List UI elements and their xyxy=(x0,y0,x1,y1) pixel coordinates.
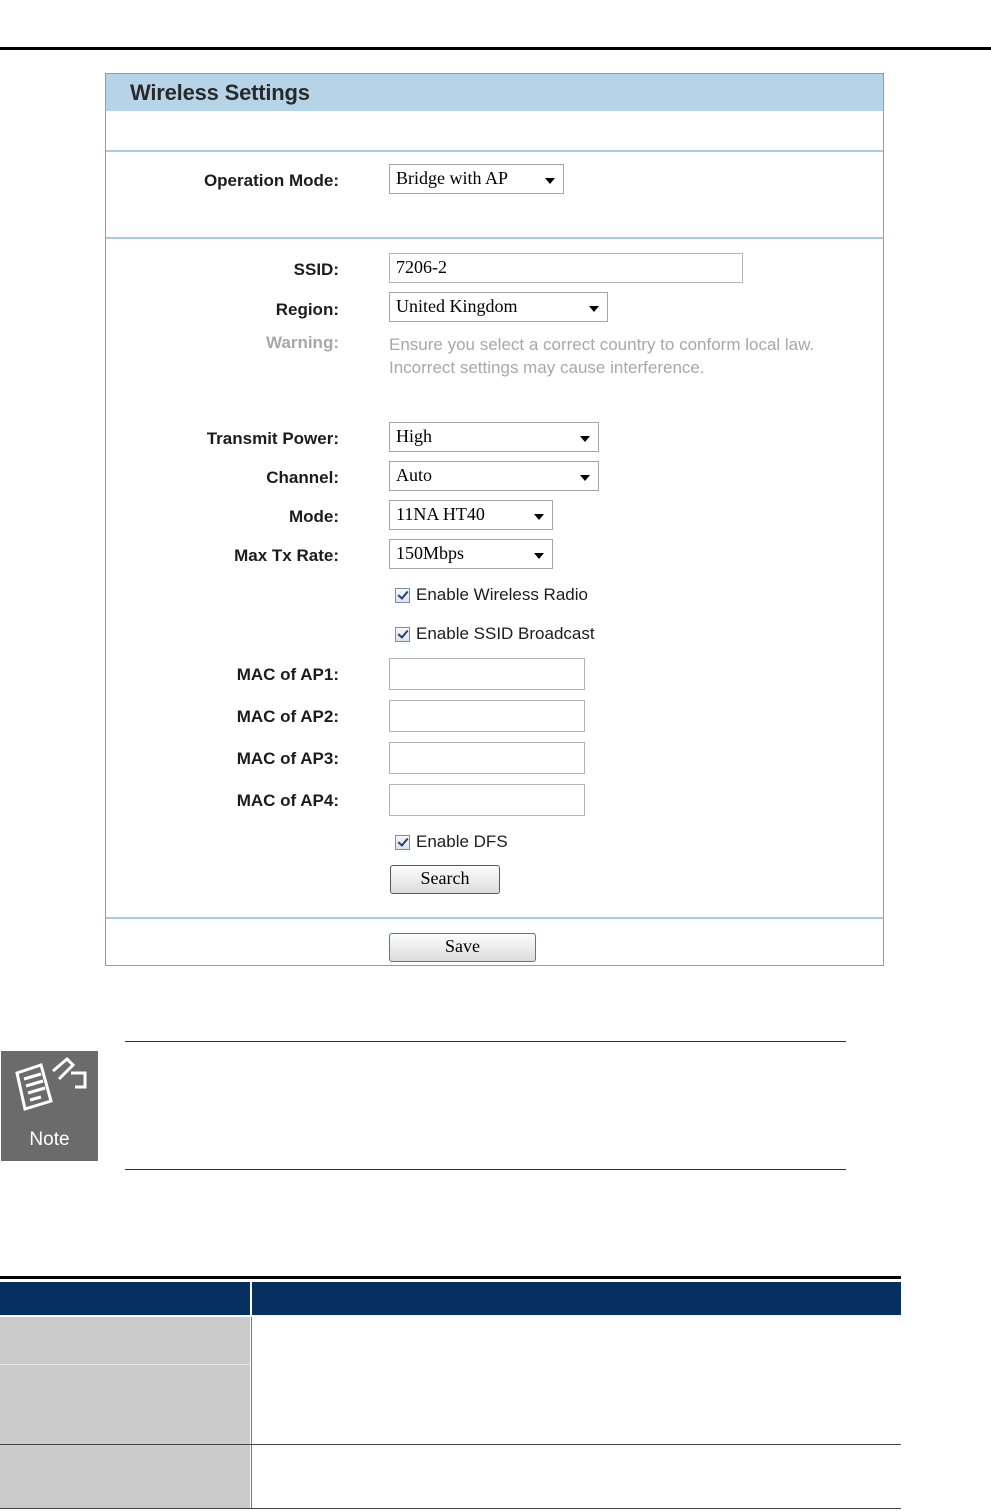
separator xyxy=(106,150,883,152)
table-label-cell xyxy=(0,1445,250,1508)
top-rule xyxy=(0,47,991,50)
enable-ssid-broadcast-label: Enable SSID Broadcast xyxy=(416,624,595,643)
channel-select[interactable]: Auto xyxy=(389,461,599,491)
chevron-down-icon xyxy=(534,514,544,520)
table-header-divider xyxy=(250,1282,252,1315)
enable-wireless-radio-label: Enable Wireless Radio xyxy=(416,585,588,604)
note-bottom-rule xyxy=(125,1169,846,1170)
mac-ap3-label: MAC of AP3: xyxy=(236,749,339,768)
chevron-down-icon xyxy=(545,178,555,184)
chevron-down-icon xyxy=(580,475,590,481)
mac-ap4-input[interactable] xyxy=(389,784,585,816)
mode-select[interactable]: 11NA HT40 xyxy=(389,500,553,530)
region-label: Region: xyxy=(275,300,339,319)
checkbox-checked-icon[interactable] xyxy=(395,587,410,603)
search-button[interactable]: Search xyxy=(390,865,500,894)
max-tx-rate-label: Max Tx Rate: xyxy=(234,546,339,565)
table-header xyxy=(0,1282,901,1315)
separator xyxy=(106,917,883,919)
operation-mode-value: Bridge with AP xyxy=(396,168,509,188)
warning-line-2: Incorrect settings may cause interferenc… xyxy=(389,358,705,377)
region-select[interactable]: United Kingdom xyxy=(389,292,608,322)
table-row-rule xyxy=(0,1508,901,1509)
wireless-settings-panel: Wireless Settings Operation Mode: Bridge… xyxy=(105,73,884,966)
note-label: Note xyxy=(29,1129,70,1150)
operation-mode-label: Operation Mode: xyxy=(203,171,339,190)
mode-label: Mode: xyxy=(288,507,339,526)
transmit-power-label: Transmit Power: xyxy=(206,429,339,448)
table-top-rule xyxy=(0,1276,901,1279)
transmit-power-value: High xyxy=(396,426,432,446)
chevron-down-icon xyxy=(534,553,544,559)
note-pencil-icon xyxy=(15,1056,87,1111)
region-value: United Kingdom xyxy=(396,296,518,316)
operation-mode-select[interactable]: Bridge with AP xyxy=(389,164,564,194)
table-column-rule xyxy=(251,1317,252,1444)
channel-label: Channel: xyxy=(266,468,339,487)
warning-line-1: Ensure you select a correct country to c… xyxy=(389,335,815,354)
checkbox-checked-icon[interactable] xyxy=(395,626,410,642)
chevron-down-icon xyxy=(580,436,590,442)
chevron-down-icon xyxy=(589,306,599,312)
mac-ap2-input[interactable] xyxy=(389,700,585,732)
table-label-cell xyxy=(0,1317,250,1364)
transmit-power-select[interactable]: High xyxy=(389,422,599,452)
separator xyxy=(106,237,883,239)
mode-value: 11NA HT40 xyxy=(396,504,485,524)
table-label-cell xyxy=(0,1365,250,1444)
mac-ap1-label: MAC of AP1: xyxy=(236,665,339,684)
mac-ap1-input[interactable] xyxy=(389,658,585,690)
enable-ssid-broadcast-checkbox[interactable]: Enable SSID Broadcast xyxy=(395,624,595,644)
ssid-label: SSID: xyxy=(293,260,339,279)
table-column-rule xyxy=(251,1445,252,1508)
mac-ap4-label: MAC of AP4: xyxy=(236,791,339,810)
warning-label: Warning: xyxy=(265,333,339,352)
enable-dfs-checkbox[interactable]: Enable DFS xyxy=(395,832,508,852)
save-button[interactable]: Save xyxy=(389,933,536,962)
note-icon: Note xyxy=(1,1051,98,1161)
enable-wireless-radio-checkbox[interactable]: Enable Wireless Radio xyxy=(395,585,588,605)
mac-ap2-label: MAC of AP2: xyxy=(236,707,339,726)
channel-value: Auto xyxy=(396,465,432,485)
max-tx-rate-select[interactable]: 150Mbps xyxy=(389,539,553,569)
note-top-rule xyxy=(125,1041,846,1042)
max-tx-rate-value: 150Mbps xyxy=(396,543,465,563)
panel-header: Wireless Settings xyxy=(106,74,883,111)
checkbox-checked-icon[interactable] xyxy=(395,834,410,850)
enable-dfs-label: Enable DFS xyxy=(416,832,508,851)
ssid-input[interactable]: 7206-2 xyxy=(389,253,743,283)
warning-text: Ensure you select a correct country to c… xyxy=(389,333,814,379)
panel-title: Wireless Settings xyxy=(130,80,310,105)
mac-ap3-input[interactable] xyxy=(389,742,585,774)
